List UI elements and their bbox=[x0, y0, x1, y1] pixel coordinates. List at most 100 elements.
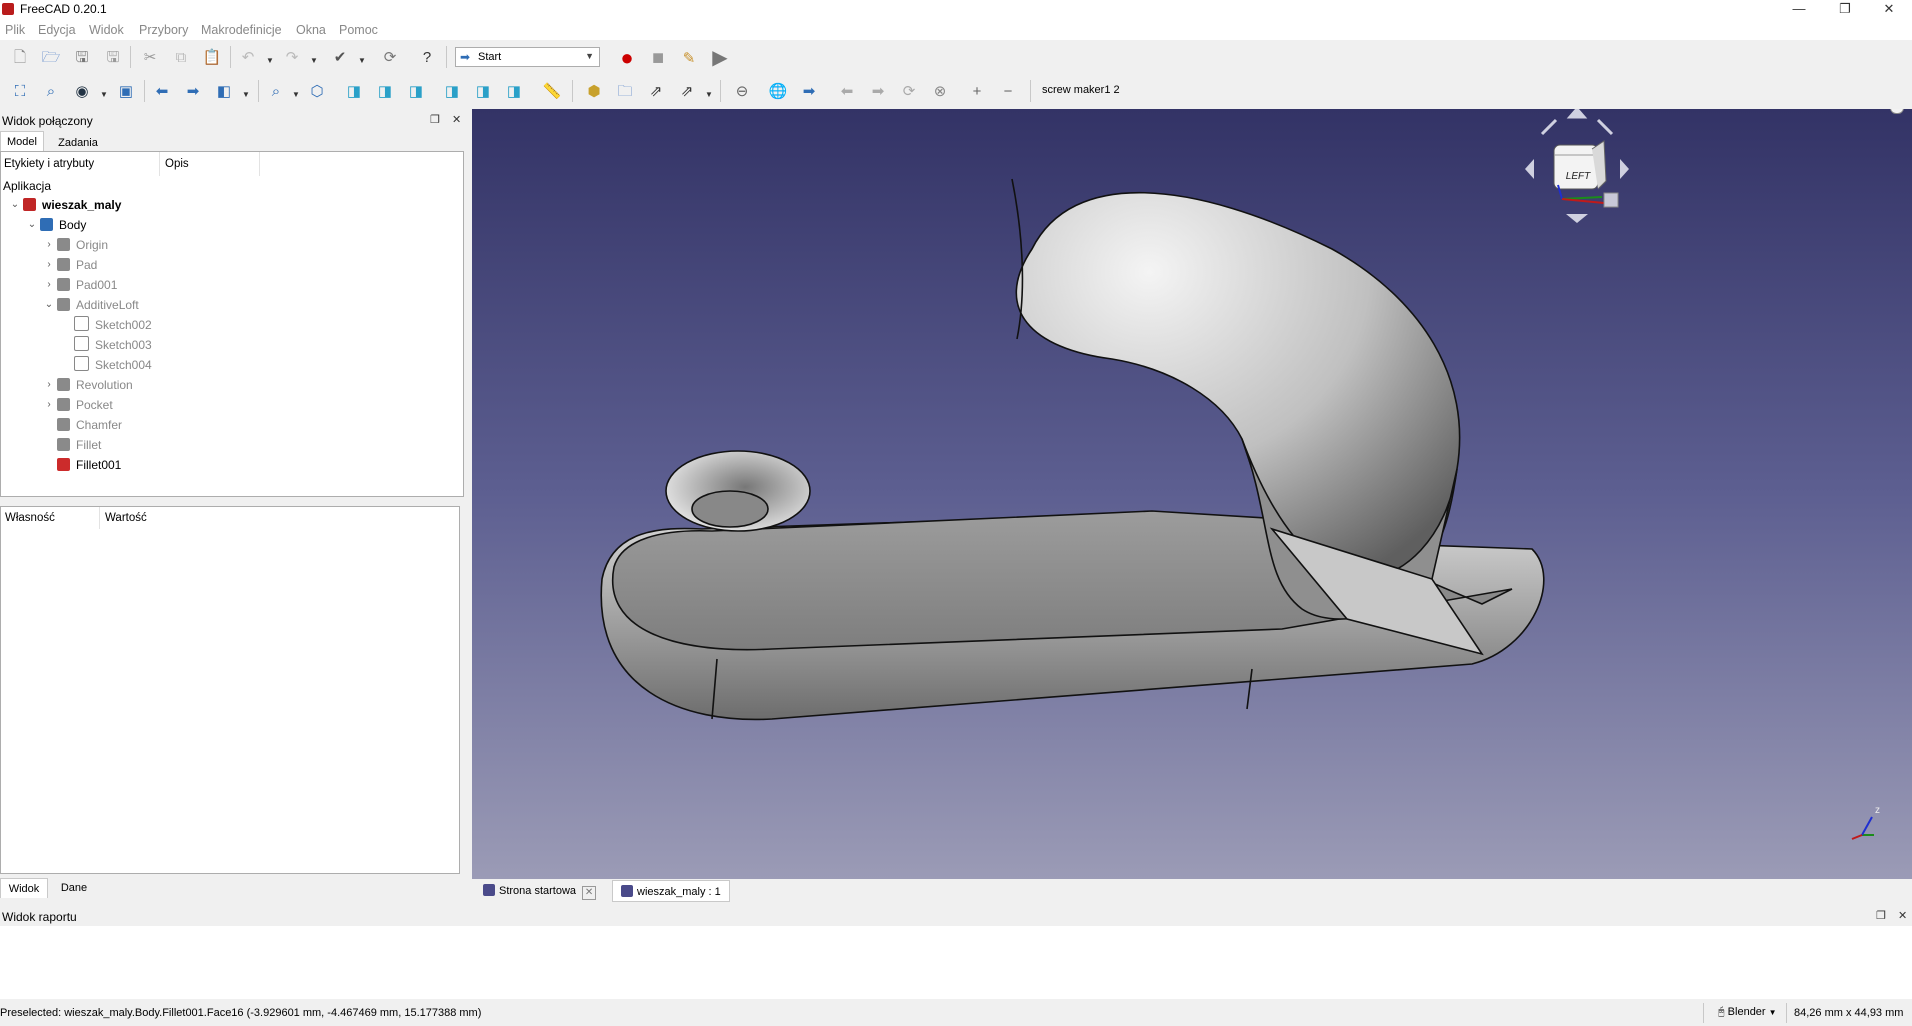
tree-item[interactable]: Fillet001 bbox=[57, 456, 121, 474]
cut-icon[interactable]: ✂ bbox=[138, 45, 162, 69]
chevron-right-icon[interactable]: › bbox=[43, 376, 55, 394]
copy-icon[interactable]: ⧉ bbox=[169, 45, 193, 69]
check-dropdown-icon[interactable]: ▼ bbox=[358, 56, 366, 65]
front-view-icon[interactable]: ◨ bbox=[342, 79, 366, 103]
column-header-labels[interactable]: Etykiety i atrybuty bbox=[4, 158, 94, 170]
isometric-icon[interactable]: ⬡ bbox=[305, 79, 329, 103]
right-view-icon[interactable]: ◨ bbox=[404, 79, 428, 103]
fit-selection-icon[interactable]: ⌕ bbox=[39, 79, 63, 103]
run-macro-icon[interactable]: ▶ bbox=[708, 46, 732, 70]
sync-view-dropdown-icon[interactable]: ▼ bbox=[242, 90, 250, 99]
menu-file[interactable]: Plik bbox=[5, 23, 25, 37]
save-icon[interactable]: 🖫 bbox=[70, 45, 94, 69]
tab-view[interactable]: Widok bbox=[0, 878, 48, 898]
tree-item[interactable]: Sketch004 bbox=[74, 356, 152, 374]
link-dropdown-icon[interactable]: ▼ bbox=[705, 90, 713, 99]
web-refresh-icon[interactable]: ⟳ bbox=[897, 79, 921, 103]
navigation-cube[interactable]: LEFT bbox=[1522, 109, 1632, 229]
chevron-right-icon[interactable]: › bbox=[43, 276, 55, 294]
web-back-icon[interactable]: ⬅ bbox=[835, 79, 859, 103]
link-icon[interactable]: ⇗ bbox=[644, 79, 668, 103]
undock-icon[interactable]: ❐ bbox=[1876, 909, 1886, 922]
tab-start-page[interactable]: Strona startowa ✕ bbox=[475, 880, 603, 902]
top-view-icon[interactable]: ◨ bbox=[373, 79, 397, 103]
nav-style-selector[interactable]: 🖰 Blender ▼ bbox=[1718, 1006, 1777, 1019]
redo-icon[interactable]: ↷ bbox=[280, 45, 304, 69]
macro-label[interactable]: screw maker1 2 bbox=[1042, 84, 1120, 96]
create-part-icon[interactable]: ⬢ bbox=[582, 79, 606, 103]
menu-macro[interactable]: Makrodefinicje bbox=[201, 23, 282, 37]
back-icon[interactable]: ⬅ bbox=[150, 79, 174, 103]
paste-icon[interactable]: 📋 bbox=[200, 45, 224, 69]
redo-dropdown-icon[interactable]: ▼ bbox=[310, 56, 318, 65]
std-view-menu-icon[interactable]: ⌕ bbox=[264, 79, 288, 103]
menu-windows[interactable]: Okna bbox=[296, 23, 326, 37]
check-icon[interactable]: ✔ bbox=[328, 45, 352, 69]
record-macro-icon[interactable]: ● bbox=[615, 46, 639, 70]
fit-all-icon[interactable]: ⛶ bbox=[8, 79, 32, 103]
undo-icon[interactable]: ↶ bbox=[236, 45, 260, 69]
open-icon[interactable]: 🗁 bbox=[39, 45, 63, 69]
hook-model[interactable] bbox=[600, 178, 1545, 721]
close-tab-icon[interactable]: ✕ bbox=[582, 886, 597, 900]
chevron-right-icon[interactable]: › bbox=[43, 396, 55, 414]
forward-icon[interactable]: ➡ bbox=[181, 79, 205, 103]
close-pane-icon[interactable]: ✕ bbox=[1898, 909, 1907, 922]
new-document-icon[interactable]: 🗋 bbox=[8, 45, 32, 69]
model-render[interactable] bbox=[472, 109, 1912, 879]
maximize-button[interactable]: ❐ bbox=[1822, 0, 1868, 20]
stop-macro-icon[interactable]: ■ bbox=[646, 46, 670, 70]
chevron-right-icon[interactable]: › bbox=[43, 256, 55, 274]
tree-item[interactable]: Sketch002 bbox=[74, 316, 152, 334]
report-view-log[interactable] bbox=[0, 926, 1912, 999]
sync-view-icon[interactable]: ◧ bbox=[212, 79, 236, 103]
menu-tools[interactable]: Przybory bbox=[139, 23, 188, 37]
whats-this-icon[interactable]: ? bbox=[415, 45, 439, 69]
chevron-down-icon[interactable]: ⌄ bbox=[43, 296, 55, 314]
column-header-property[interactable]: Własność bbox=[5, 512, 55, 524]
tree-item[interactable]: › Pad bbox=[47, 256, 97, 274]
web-stop-icon[interactable]: ⊗ bbox=[928, 79, 952, 103]
close-button[interactable]: ✕ bbox=[1866, 0, 1912, 20]
measure-icon[interactable]: 📏 bbox=[540, 79, 564, 103]
bounding-box-icon[interactable]: ▣ bbox=[114, 79, 138, 103]
bottom-view-icon[interactable]: ◨ bbox=[471, 79, 495, 103]
navigation-icon[interactable]: ⊖ bbox=[730, 79, 754, 103]
menu-view[interactable]: Widok bbox=[89, 23, 124, 37]
chevron-down-icon[interactable]: ⌄ bbox=[26, 216, 38, 234]
tree-item[interactable]: ⌄ wieszak_maly bbox=[11, 196, 121, 214]
refresh-icon[interactable]: ⟳ bbox=[378, 45, 402, 69]
link-actions-icon[interactable]: ⇗ bbox=[675, 79, 699, 103]
tree-item[interactable]: Sketch003 bbox=[74, 336, 152, 354]
draw-style-dropdown-icon[interactable]: ▼ bbox=[100, 90, 108, 99]
undo-dropdown-icon[interactable]: ▼ bbox=[266, 56, 274, 65]
create-group-icon[interactable]: 🗀 bbox=[613, 79, 637, 103]
undock-icon[interactable]: ❐ bbox=[430, 113, 440, 126]
tree-item[interactable]: › Revolution bbox=[47, 376, 133, 394]
workbench-select[interactable]: ➡ Start ▼ bbox=[455, 47, 600, 67]
web-browser-icon[interactable]: 🌐 bbox=[766, 79, 790, 103]
minimize-button[interactable]: — bbox=[1776, 0, 1822, 20]
web-navigate-icon[interactable]: ➡ bbox=[797, 79, 821, 103]
left-view-icon[interactable]: ◨ bbox=[502, 79, 526, 103]
menu-help[interactable]: Pomoc bbox=[339, 23, 378, 37]
tree-item[interactable]: ⌄ AdditiveLoft bbox=[45, 296, 139, 314]
chevron-down-icon[interactable]: ⌄ bbox=[9, 196, 21, 214]
zoom-out-icon[interactable]: − bbox=[996, 79, 1020, 103]
tab-data[interactable]: Dane bbox=[52, 878, 96, 898]
column-header-value[interactable]: Wartość bbox=[105, 512, 147, 524]
chevron-right-icon[interactable]: › bbox=[43, 236, 55, 254]
draw-style-icon[interactable]: ◉ bbox=[70, 79, 94, 103]
tree-item[interactable]: Fillet bbox=[57, 436, 101, 454]
edit-macro-icon[interactable]: ✎ bbox=[677, 46, 701, 70]
close-pane-icon[interactable]: ✕ bbox=[452, 113, 461, 126]
tab-tasks[interactable]: Zadania bbox=[50, 133, 106, 153]
tree-item[interactable]: ⌄ Body bbox=[28, 216, 86, 234]
rear-view-icon[interactable]: ◨ bbox=[440, 79, 464, 103]
zoom-in-icon[interactable]: + bbox=[965, 79, 989, 103]
tab-model[interactable]: Model bbox=[0, 131, 44, 151]
tree-item[interactable]: › Pad001 bbox=[47, 276, 117, 294]
save-as-icon[interactable]: 🖫 bbox=[101, 45, 125, 69]
tree-item[interactable]: › Pocket bbox=[47, 396, 113, 414]
tree-item[interactable]: › Origin bbox=[47, 236, 108, 254]
